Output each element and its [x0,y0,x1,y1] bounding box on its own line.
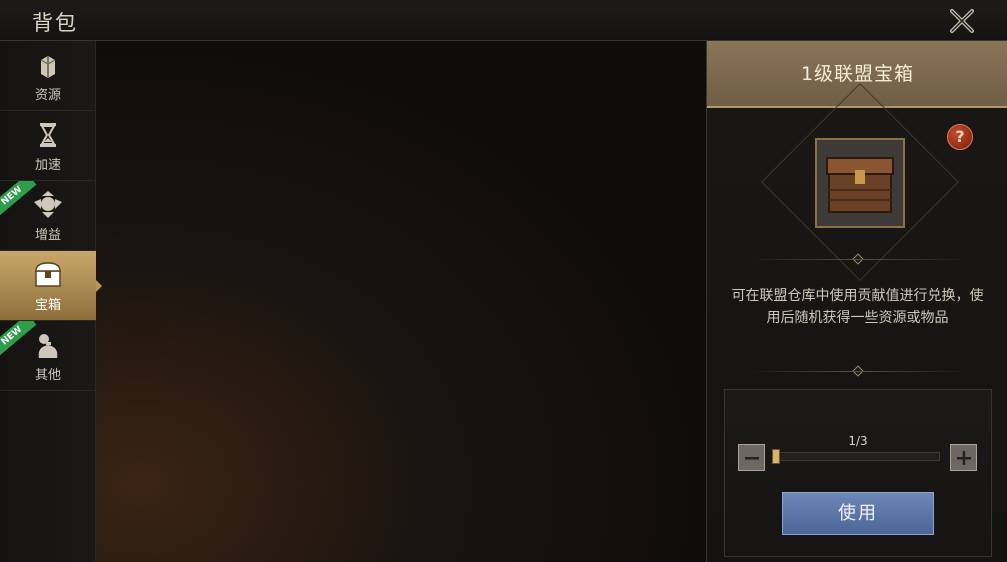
tab-badge-area [0,251,96,321]
new-badge: NEW [0,181,37,219]
item-preview [815,138,905,228]
tab-buff[interactable]: NEW 增益 [0,181,96,251]
tab-badge-area [0,111,96,181]
tab-badge-area: NEW [0,321,96,391]
close-button[interactable] [945,4,979,38]
close-icon [950,9,974,33]
alliance-chest-icon [817,140,903,226]
quantity-slider[interactable] [772,449,940,464]
tab-resource[interactable]: 资源 [0,41,96,111]
tab-chest[interactable]: 宝箱 [0,251,102,321]
minus-icon [744,456,759,459]
divider [747,371,968,372]
plus-icon [956,450,971,465]
tab-badge-area [0,41,96,111]
page-title: 背包 [32,11,78,35]
new-badge: NEW [0,321,37,359]
help-button[interactable]: ? [947,124,973,150]
tab-hourglass[interactable]: 加速 [0,111,96,181]
decrease-button[interactable] [738,444,765,471]
use-button[interactable]: 使用 [782,492,934,535]
use-controls: 1/3 使用 [724,389,992,557]
top-bar: 背包 [0,0,1007,41]
item-detail-panel: 1级联盟宝箱 ? 可在联盟仓库中使用贡献值进行兑换，使用后随机获得一些资源或物品… [706,41,1007,562]
divider [747,259,968,260]
category-sidebar: 资源 加速 NEW 增益 宝箱 NEW 其他 [0,41,102,562]
inventory-background [0,41,706,562]
item-description: 可在联盟仓库中使用贡献值进行兑换，使用后随机获得一些资源或物品 [731,288,984,326]
increase-button[interactable] [950,444,977,471]
tab-badge-area: NEW [0,181,96,251]
tab-bag[interactable]: NEW 其他 [0,321,96,391]
slider-thumb[interactable] [772,449,780,464]
